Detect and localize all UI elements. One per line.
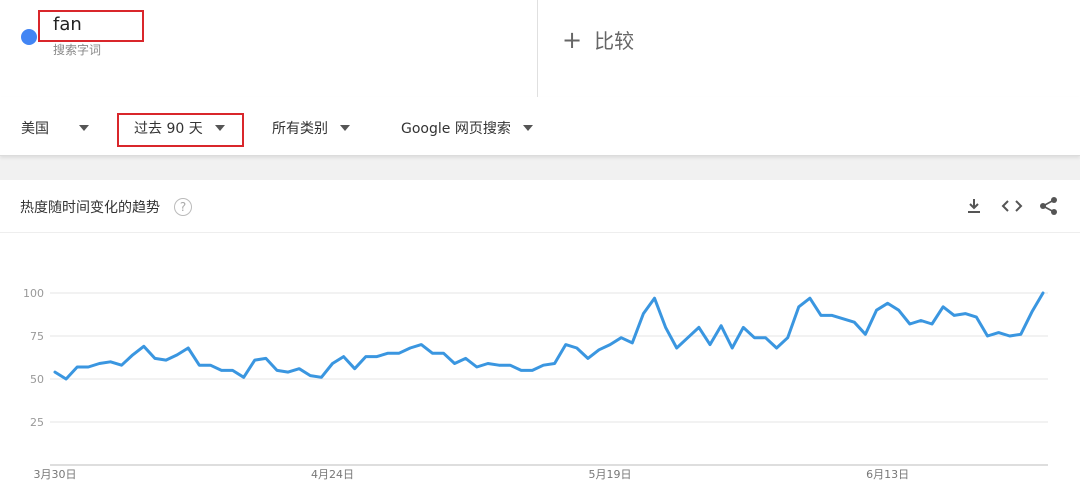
data-point [287,371,289,373]
data-point [920,319,922,321]
data-point [198,364,200,366]
data-point [609,343,611,345]
x-tick-label: 3月30日 [34,468,77,481]
data-point [531,369,533,371]
data-point [1008,335,1010,337]
data-point [820,314,822,316]
data-point [87,366,89,368]
data-point [587,357,589,359]
data-point [775,347,777,349]
data-point [576,347,578,349]
data-point [387,352,389,354]
data-point [54,371,56,373]
data-point [675,347,677,349]
data-point [442,352,444,354]
data-point [254,359,256,361]
data-point [598,349,600,351]
x-tick-label: 4月24日 [311,468,354,481]
data-point [864,333,866,335]
data-point [1020,333,1022,335]
data-point [309,374,311,376]
data-point [209,364,211,366]
data-point [476,366,478,368]
data-point [664,326,666,328]
data-point [942,306,944,308]
data-point [564,343,566,345]
data-point [653,297,655,299]
y-tick-label-100: 100 [23,287,44,300]
data-point [742,326,744,328]
data-point [376,355,378,357]
data-point [975,316,977,318]
data-point [498,364,500,366]
data-point [509,364,511,366]
data-point [154,357,156,359]
data-point [409,347,411,349]
data-point [298,367,300,369]
data-point [431,352,433,354]
data-point [542,364,544,366]
data-point [165,359,167,361]
data-point [687,337,689,339]
data-point [109,361,111,363]
data-point [709,343,711,345]
data-point [809,297,811,299]
data-point [465,357,467,359]
data-point [132,354,134,356]
data-point [453,362,455,364]
data-point [220,369,222,371]
data-point [487,362,489,364]
data-point [964,312,966,314]
y-tick-label-25: 25 [30,416,44,429]
x-tick-label: 5月19日 [589,468,632,481]
data-point [553,362,555,364]
data-point [420,343,422,345]
data-point [853,321,855,323]
data-point [798,306,800,308]
data-point [398,352,400,354]
data-point [342,355,344,357]
data-point [98,362,100,364]
data-point [265,357,267,359]
data-point [176,354,178,356]
data-point [886,302,888,304]
y-tick-label-50: 50 [30,373,44,386]
data-point [831,314,833,316]
data-point [897,309,899,311]
data-point [986,335,988,337]
data-point [1031,311,1033,313]
data-point [620,337,622,339]
data-point [354,367,356,369]
data-point [909,323,911,325]
data-point [997,331,999,333]
data-point [276,369,278,371]
data-point [642,312,644,314]
data-point [231,369,233,371]
data-point [320,376,322,378]
data-point [731,347,733,349]
data-point [698,326,700,328]
data-point [953,314,955,316]
data-point [931,323,933,325]
data-point [120,364,122,366]
data-point [631,342,633,344]
data-point [65,378,67,380]
data-point [243,376,245,378]
data-point [764,337,766,339]
data-point [143,345,145,347]
data-point [786,337,788,339]
data-point [1042,292,1044,294]
data-point [875,309,877,311]
data-point [720,324,722,326]
data-point [520,369,522,371]
y-tick-label-75: 75 [30,330,44,343]
data-point [753,337,755,339]
data-point [842,318,844,320]
data-point [187,347,189,349]
data-point [76,366,78,368]
data-point [331,362,333,364]
data-point [365,355,367,357]
x-tick-label: 6月13日 [866,468,909,481]
trend-chart: 25 50 75 100 3月30日 4月24日 5月19日 6月13日 [23,287,1048,481]
